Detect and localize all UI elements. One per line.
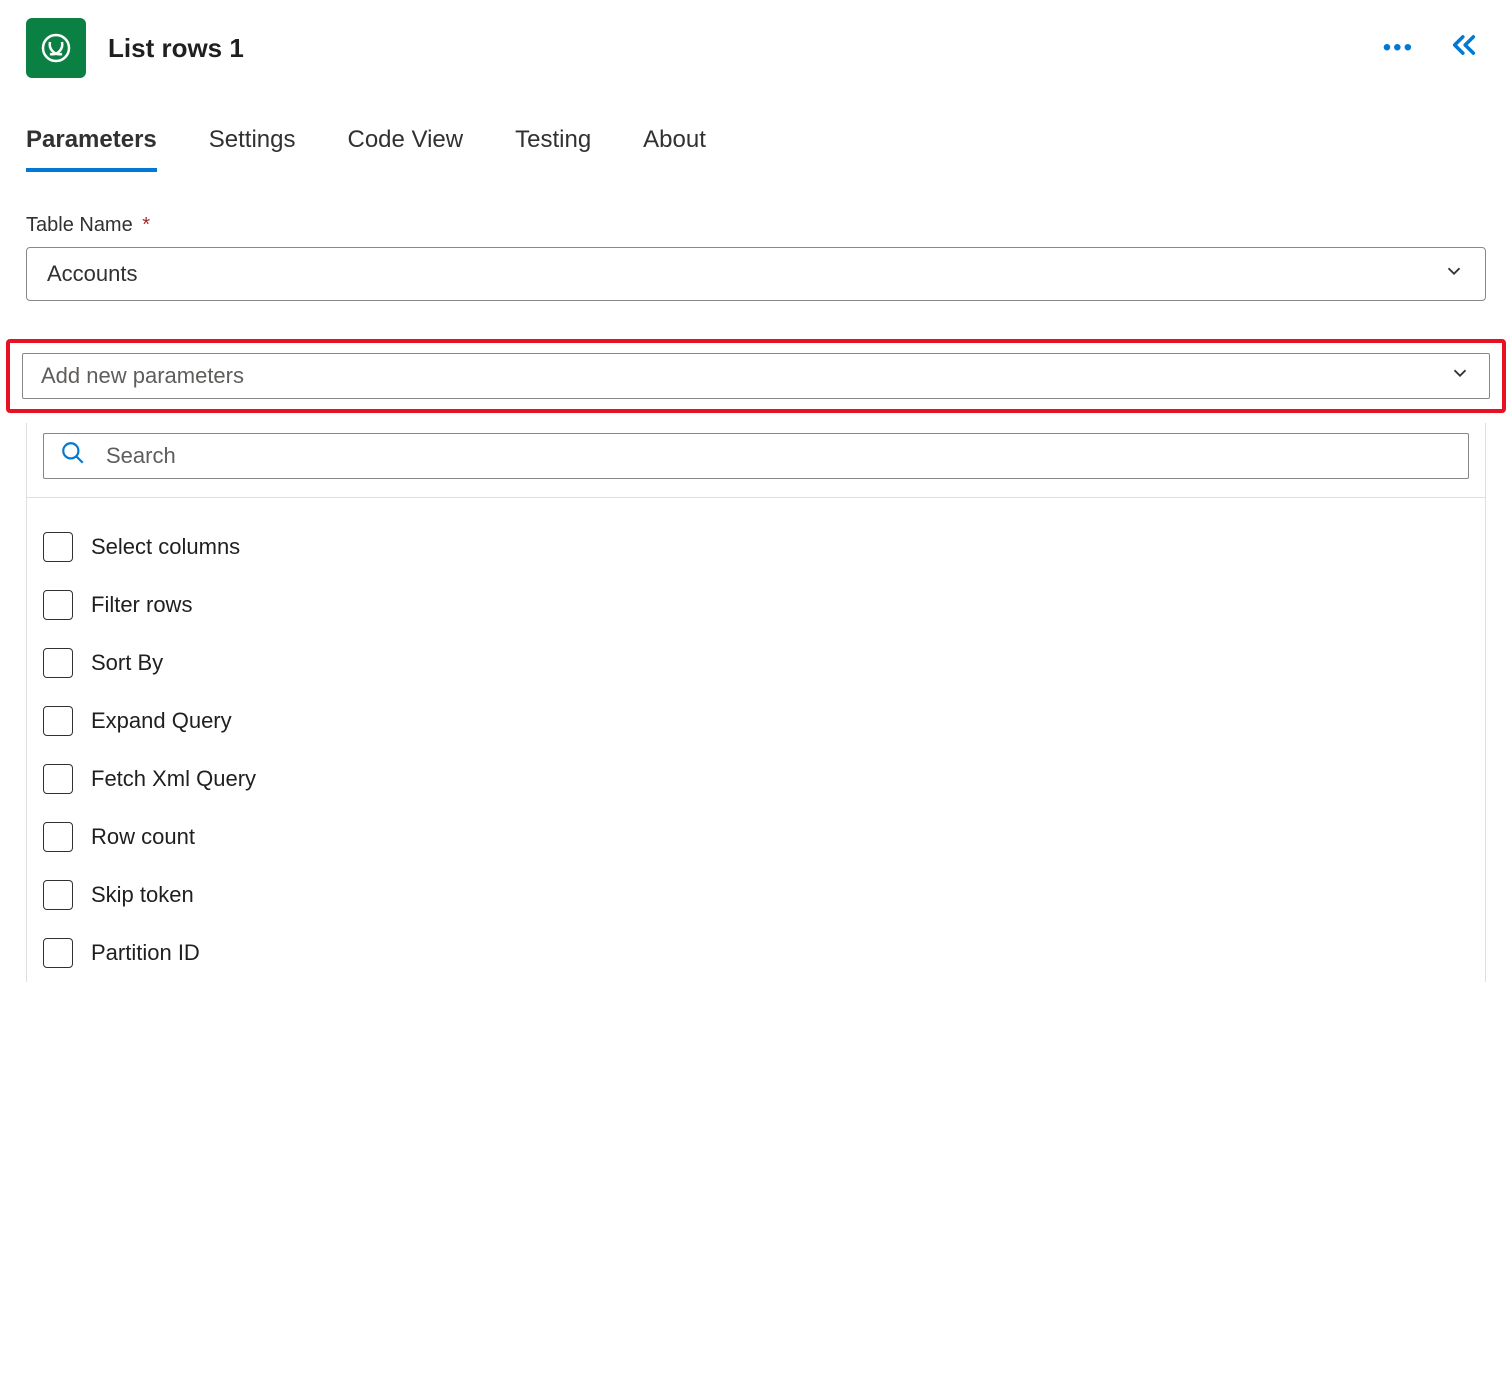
add-parameters-highlight: Add new parameters	[6, 339, 1506, 413]
option-label: Row count	[91, 824, 195, 850]
option-row-count[interactable]: Row count	[43, 808, 1469, 866]
option-label: Expand Query	[91, 708, 232, 734]
chevron-down-icon	[1449, 362, 1471, 390]
option-label: Skip token	[91, 882, 194, 908]
checkbox[interactable]	[43, 822, 73, 852]
option-partition-id[interactable]: Partition ID	[43, 924, 1469, 982]
option-label: Select columns	[91, 534, 240, 560]
header-actions: •••	[1383, 31, 1478, 65]
checkbox[interactable]	[43, 938, 73, 968]
checkbox[interactable]	[43, 706, 73, 736]
action-title: List rows 1	[108, 33, 1361, 64]
required-indicator: *	[142, 214, 150, 236]
tab-settings[interactable]: Settings	[209, 126, 296, 172]
collapse-icon[interactable]	[1450, 31, 1478, 65]
add-parameters-dropdown[interactable]: Add new parameters	[22, 353, 1490, 399]
option-label: Filter rows	[91, 592, 192, 618]
search-box[interactable]	[43, 433, 1469, 479]
search-row	[27, 423, 1485, 498]
panel-header: List rows 1 •••	[0, 0, 1512, 96]
table-name-select[interactable]: Accounts	[26, 247, 1486, 301]
search-input[interactable]	[104, 442, 1452, 470]
tab-code-view[interactable]: Code View	[347, 126, 463, 172]
table-name-label: Table Name *	[26, 214, 1486, 237]
option-skip-token[interactable]: Skip token	[43, 866, 1469, 924]
more-icon[interactable]: •••	[1383, 34, 1414, 62]
parameter-options-list: Select columns Filter rows Sort By Expan…	[27, 498, 1485, 982]
checkbox[interactable]	[43, 880, 73, 910]
parameters-panel: Table Name * Accounts	[0, 172, 1512, 301]
tab-testing[interactable]: Testing	[515, 126, 591, 172]
table-name-label-text: Table Name	[26, 214, 133, 236]
option-filter-rows[interactable]: Filter rows	[43, 576, 1469, 634]
table-name-value: Accounts	[47, 261, 138, 287]
chevron-down-icon	[1443, 260, 1465, 288]
option-sort-by[interactable]: Sort By	[43, 634, 1469, 692]
option-label: Fetch Xml Query	[91, 766, 256, 792]
checkbox[interactable]	[43, 590, 73, 620]
tab-parameters[interactable]: Parameters	[26, 126, 157, 172]
tab-about[interactable]: About	[643, 126, 706, 172]
parameters-dropdown-panel: Select columns Filter rows Sort By Expan…	[26, 423, 1486, 982]
checkbox[interactable]	[43, 532, 73, 562]
add-parameters-placeholder: Add new parameters	[41, 363, 244, 389]
option-label: Sort By	[91, 650, 163, 676]
search-icon	[60, 440, 86, 472]
option-select-columns[interactable]: Select columns	[43, 518, 1469, 576]
connector-icon	[26, 18, 86, 78]
option-expand-query[interactable]: Expand Query	[43, 692, 1469, 750]
option-label: Partition ID	[91, 940, 200, 966]
option-fetch-xml-query[interactable]: Fetch Xml Query	[43, 750, 1469, 808]
checkbox[interactable]	[43, 764, 73, 794]
tab-bar: Parameters Settings Code View Testing Ab…	[0, 96, 1512, 172]
checkbox[interactable]	[43, 648, 73, 678]
